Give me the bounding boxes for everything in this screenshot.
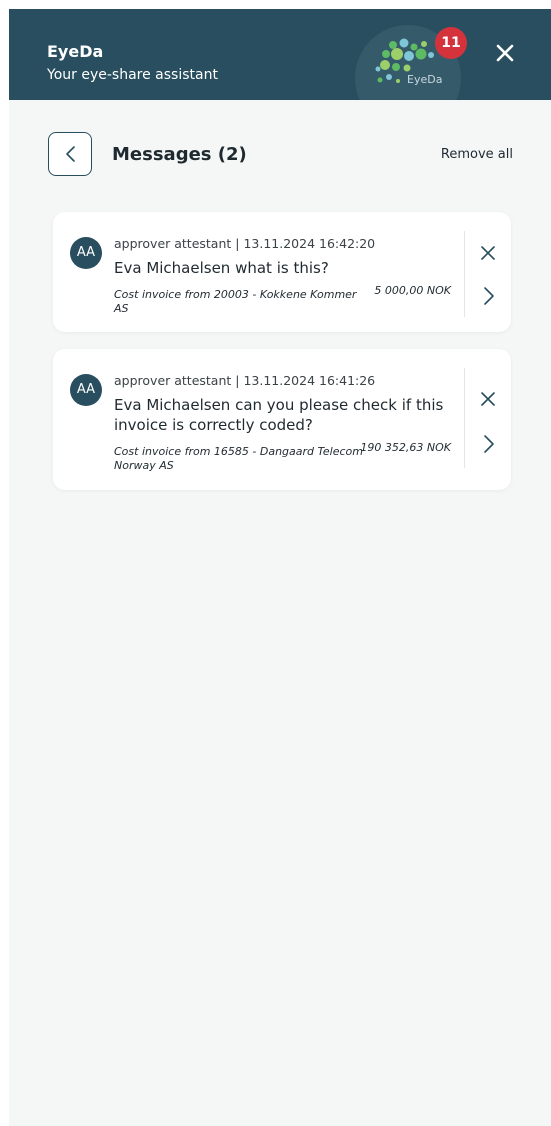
- message-text: Eva Michaelsen what is this?: [114, 259, 329, 277]
- logo-label: EyeDa: [407, 73, 443, 86]
- dismiss-message-button[interactable]: [478, 243, 498, 263]
- open-message-button[interactable]: [481, 434, 497, 454]
- message-text: Eva Michaelsen can you please check if t…: [114, 396, 444, 434]
- card-divider: [464, 368, 465, 468]
- assistant-panel: EyeDa Your eye-share assistant EyeDa 11: [9, 9, 551, 1126]
- top-edge: [0, 0, 551, 9]
- messages-title: Messages (2): [112, 144, 247, 165]
- message-card: AA approver attestant | 13.11.2024 16:42…: [53, 212, 511, 332]
- avatar: AA: [70, 237, 102, 269]
- assistant-title: EyeDa: [47, 42, 104, 61]
- close-icon: [481, 246, 495, 260]
- dismiss-message-button[interactable]: [478, 389, 498, 409]
- assistant-subtitle: Your eye-share assistant: [47, 67, 218, 83]
- open-message-button[interactable]: [481, 286, 497, 306]
- close-icon: [496, 44, 514, 62]
- message-meta: approver attestant | 13.11.2024 16:41:26: [114, 373, 376, 388]
- back-button[interactable]: [48, 132, 92, 176]
- chevron-right-icon: [484, 435, 494, 453]
- message-card: AA approver attestant | 13.11.2024 16:41…: [53, 349, 511, 490]
- close-button[interactable]: [493, 41, 517, 65]
- invoice-amount: 5 000,00 NOK: [374, 284, 451, 297]
- invoice-amount: 190 352,63 NOK: [360, 441, 451, 454]
- left-edge: [0, 0, 9, 1126]
- invoice-reference: Cost invoice from 20003 - Kokkene Kommer…: [114, 288, 357, 315]
- chevron-right-icon: [484, 287, 494, 305]
- close-icon: [481, 392, 495, 406]
- invoice-reference: Cost invoice from 16585 - Dangaard Telec…: [114, 445, 363, 472]
- remove-all-link[interactable]: Remove all: [441, 147, 513, 163]
- panel-header: EyeDa Your eye-share assistant EyeDa 11: [9, 9, 551, 100]
- notification-badge: 11: [435, 27, 467, 59]
- message-meta: approver attestant | 13.11.2024 16:42:20: [114, 236, 376, 251]
- chevron-left-icon: [66, 146, 75, 162]
- card-divider: [464, 231, 465, 317]
- avatar: AA: [70, 374, 102, 406]
